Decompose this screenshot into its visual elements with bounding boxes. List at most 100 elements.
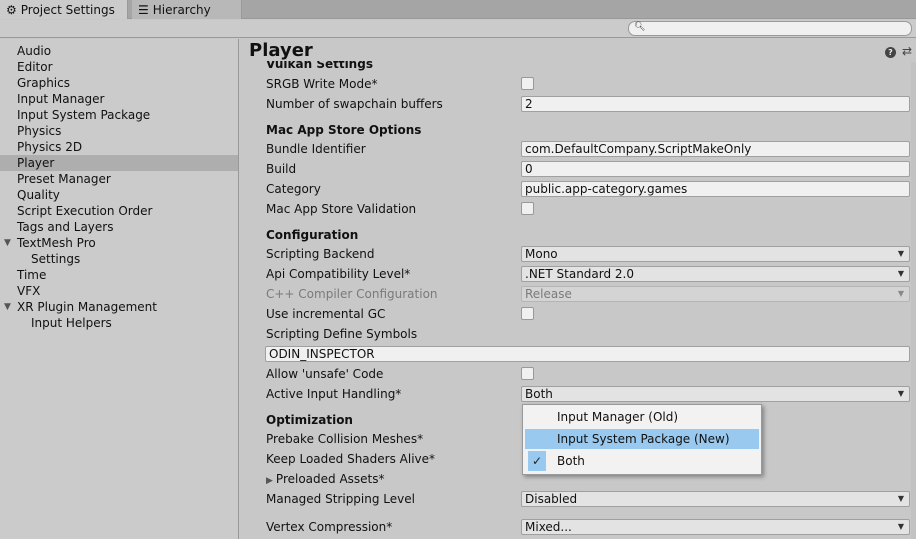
section-configuration: Configuration	[266, 228, 359, 242]
mac-app-store-validation-checkbox[interactable]	[521, 202, 534, 215]
sidebar-item-input-system-package[interactable]: Input System Package	[0, 107, 238, 123]
srgb-write-mode-checkbox[interactable]	[521, 77, 534, 90]
preloaded-assets-foldout[interactable]: ▶ Preloaded Assets*	[266, 472, 385, 486]
sidebar-item-physics-2d[interactable]: Physics 2D	[0, 139, 238, 155]
scripting-define-symbols-field[interactable]: ODIN_INSPECTOR	[265, 346, 910, 362]
sidebar-item-tags-and-layers[interactable]: Tags and Layers	[0, 219, 238, 235]
help-icon[interactable]: ?	[885, 47, 896, 58]
sidebar-item-label: Settings	[31, 252, 81, 266]
menu-item-input-manager-old[interactable]: Input Manager (Old)	[525, 407, 759, 427]
vertex-compression-dropdown[interactable]: Mixed... ▼	[521, 519, 910, 535]
sidebar-item-textmesh-pro[interactable]: ▼ TextMesh Pro	[0, 235, 238, 251]
dropdown-arrow-icon: ▼	[897, 389, 904, 398]
vertex-compression-label: Vertex Compression*	[266, 520, 393, 534]
settings-sidebar: Audio Editor Graphics Input Manager Inpu…	[0, 39, 239, 539]
scripting-backend-dropdown[interactable]: Mono ▼	[521, 246, 910, 262]
sidebar-item-textmesh-settings[interactable]: Settings	[0, 251, 238, 267]
sidebar-item-input-helpers[interactable]: Input Helpers	[0, 315, 238, 331]
managed-stripping-dropdown[interactable]: Disabled ▼	[521, 491, 910, 507]
dropdown-arrow-icon: ▼	[897, 249, 904, 258]
sidebar-item-quality[interactable]: Quality	[0, 187, 238, 203]
menu-item-label: Both	[557, 454, 585, 468]
tab-bar: ⚙ Project Settings ☰ Hierarchy	[0, 0, 916, 19]
menu-item-label: Input Manager (Old)	[557, 410, 679, 424]
search-icon: 🔍︎	[634, 22, 646, 32]
dropdown-arrow-icon: ▼	[897, 269, 904, 278]
sidebar-item-player[interactable]: Player	[0, 155, 238, 171]
sidebar-item-label: Graphics	[17, 76, 70, 90]
toolbar: 🔍︎	[0, 20, 916, 38]
sidebar-item-label: Input Helpers	[31, 316, 112, 330]
tab-label: Project Settings	[20, 2, 115, 17]
dropdown-value: .NET Standard 2.0	[525, 267, 635, 281]
dropdown-arrow-icon: ▼	[897, 522, 904, 531]
dropdown-value: Mono	[525, 247, 558, 261]
active-input-handling-dropdown[interactable]: Both ▼	[521, 386, 910, 402]
tab-hierarchy[interactable]: ☰ Hierarchy	[132, 0, 242, 19]
sidebar-item-label: Time	[17, 268, 47, 282]
menu-item-input-system-package-new[interactable]: Input System Package (New)	[525, 429, 759, 449]
project-settings-window: ⚙ Project Settings ☰ Hierarchy 🔍︎ Audio …	[0, 0, 916, 539]
gear-icon: ⚙	[6, 2, 17, 17]
sidebar-item-time[interactable]: Time	[0, 267, 238, 283]
swapchain-buffers-label: Number of swapchain buffers	[266, 97, 443, 111]
swapchain-buffers-field[interactable]: 2	[521, 96, 910, 112]
collapsed-triangle-icon: ▶	[266, 476, 273, 486]
dropdown-arrow-icon: ▼	[897, 494, 904, 503]
expand-triangle-icon[interactable]: ▼	[4, 299, 11, 315]
foldout-label: Preloaded Assets*	[275, 472, 385, 486]
sidebar-item-label: XR Plugin Management	[17, 300, 157, 314]
sidebar-item-xr-plugin-management[interactable]: ▼ XR Plugin Management	[0, 299, 238, 315]
checkmark-icon: ✓	[528, 451, 546, 471]
dropdown-value: Both	[525, 387, 553, 401]
sidebar-item-graphics[interactable]: Graphics	[0, 75, 238, 91]
sidebar-item-label: Quality	[17, 188, 60, 202]
allow-unsafe-code-checkbox[interactable]	[521, 367, 534, 380]
cpp-compiler-config-label: C++ Compiler Configuration	[266, 287, 438, 301]
sidebar-item-label: Input System Package	[17, 108, 151, 122]
sidebar-item-label: Script Execution Order	[17, 204, 153, 218]
api-compatibility-dropdown[interactable]: .NET Standard 2.0 ▼	[521, 266, 910, 282]
expand-triangle-icon[interactable]: ▼	[4, 235, 11, 251]
vertical-scrollbar[interactable]	[911, 62, 916, 539]
build-label: Build	[266, 162, 297, 176]
allow-unsafe-code-label: Allow 'unsafe' Code	[266, 367, 384, 381]
tab-project-settings[interactable]: ⚙ Project Settings	[0, 0, 128, 19]
sidebar-item-input-manager[interactable]: Input Manager	[0, 91, 238, 107]
sidebar-item-vfx[interactable]: VFX	[0, 283, 238, 299]
section-vulkan-settings: Vulkan Settings	[266, 61, 373, 71]
preset-settings-icon[interactable]: ⇄	[902, 44, 912, 58]
sidebar-item-label: TextMesh Pro	[17, 236, 96, 250]
menu-item-label: Input System Package (New)	[557, 432, 730, 446]
build-field[interactable]: 0	[521, 161, 910, 177]
keep-shaders-alive-label: Keep Loaded Shaders Alive*	[266, 452, 436, 466]
search-input[interactable]: 🔍︎	[628, 21, 912, 36]
sidebar-item-label: Physics 2D	[17, 140, 83, 154]
menu-item-both[interactable]: ✓ Both	[525, 451, 759, 471]
sidebar-item-preset-manager[interactable]: Preset Manager	[0, 171, 238, 187]
category-field[interactable]: public.app-category.games	[521, 181, 910, 197]
bundle-identifier-field[interactable]: com.DefaultCompany.ScriptMakeOnly	[521, 141, 910, 157]
incremental-gc-checkbox[interactable]	[521, 307, 534, 320]
sidebar-item-label: Player	[17, 156, 55, 170]
input-handling-popup-menu: Input Manager (Old) Input System Package…	[522, 404, 762, 475]
tab-label: Hierarchy	[152, 2, 211, 17]
incremental-gc-label: Use incremental GC	[266, 307, 386, 321]
sidebar-item-audio[interactable]: Audio	[0, 43, 238, 59]
sidebar-item-script-execution-order[interactable]: Script Execution Order	[0, 203, 238, 219]
dropdown-value: Disabled	[525, 492, 578, 506]
category-label: Category	[266, 182, 321, 196]
sidebar-item-editor[interactable]: Editor	[0, 59, 238, 75]
list-icon: ☰	[138, 2, 149, 17]
cpp-compiler-config-dropdown: Release ▼	[521, 286, 910, 302]
api-compatibility-label: Api Compatibility Level*	[266, 267, 411, 281]
srgb-write-mode-label: SRGB Write Mode*	[266, 77, 378, 91]
mac-app-store-validation-label: Mac App Store Validation	[266, 202, 417, 216]
sidebar-item-label: Input Manager	[17, 92, 105, 106]
sidebar-item-label: Tags and Layers	[17, 220, 114, 234]
section-mac-app-store-options: Mac App Store Options	[266, 123, 422, 137]
bundle-identifier-label: Bundle Identifier	[266, 142, 366, 156]
sidebar-item-label: VFX	[17, 284, 41, 298]
dropdown-value: Mixed...	[525, 520, 572, 534]
sidebar-item-physics[interactable]: Physics	[0, 123, 238, 139]
